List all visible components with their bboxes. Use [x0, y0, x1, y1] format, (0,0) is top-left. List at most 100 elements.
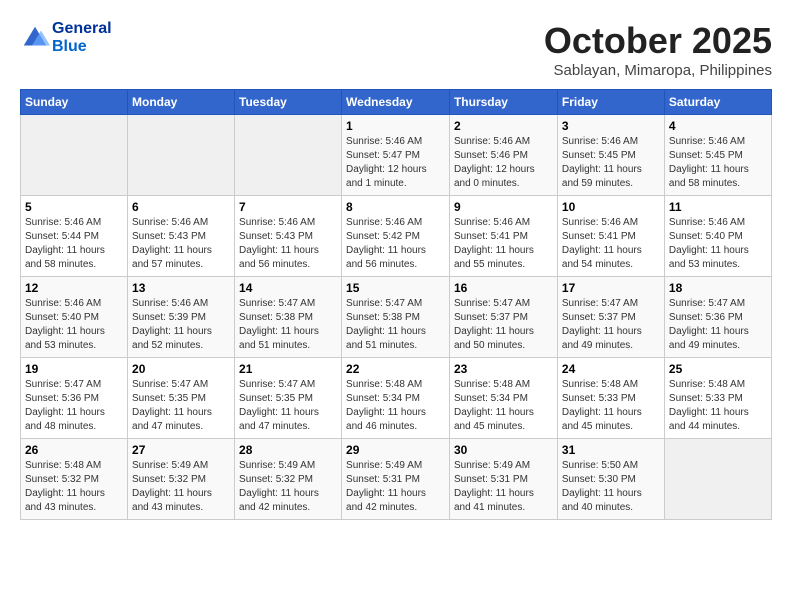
calendar-cell	[664, 439, 771, 520]
day-number: 18	[669, 281, 767, 295]
calendar-cell: 22 Sunrise: 5:48 AM Sunset: 5:34 PM Dayli…	[342, 358, 450, 439]
day-number: 8	[346, 200, 445, 214]
calendar-cell: 21 Sunrise: 5:47 AM Sunset: 5:35 PM Dayli…	[235, 358, 342, 439]
calendar-cell: 26 Sunrise: 5:48 AM Sunset: 5:32 PM Dayli…	[21, 439, 128, 520]
day-number: 12	[25, 281, 123, 295]
weekday-header-thursday: Thursday	[449, 90, 557, 115]
calendar-cell: 10 Sunrise: 5:46 AM Sunset: 5:41 PM Dayli…	[557, 196, 664, 277]
calendar-cell: 17 Sunrise: 5:47 AM Sunset: 5:37 PM Dayli…	[557, 277, 664, 358]
day-number: 21	[239, 362, 337, 376]
calendar-cell: 8Sunrise: 5:46 AM Sunset: 5:42 PM Daylig…	[342, 196, 450, 277]
calendar-cell: 27 Sunrise: 5:49 AM Sunset: 5:32 PM Dayli…	[128, 439, 235, 520]
calendar-cell: 2 Sunrise: 5:46 AM Sunset: 5:46 PM Daylig…	[449, 115, 557, 196]
calendar-cell: 24 Sunrise: 5:48 AM Sunset: 5:33 PM Dayli…	[557, 358, 664, 439]
day-info: Sunrise: 5:48 AM Sunset: 5:33 PM Dayligh…	[562, 378, 660, 434]
calendar-cell: 9Sunrise: 5:46 AM Sunset: 5:41 PM Daylig…	[449, 196, 557, 277]
calendar-cell	[21, 115, 128, 196]
weekday-header-wednesday: Wednesday	[342, 90, 450, 115]
calendar-cell: 4Sunrise: 5:46 AM Sunset: 5:45 PM Daylig…	[664, 115, 771, 196]
calendar-cell: 18 Sunrise: 5:47 AM Sunset: 5:36 PM Dayli…	[664, 277, 771, 358]
day-number: 19	[25, 362, 123, 376]
day-info: Sunrise: 5:46 AM Sunset: 5:40 PM Dayligh…	[25, 297, 123, 353]
day-number: 25	[669, 362, 767, 376]
day-info: Sunrise: 5:49 AM Sunset: 5:32 PM Dayligh…	[132, 459, 230, 515]
day-info: Sunrise: 5:49 AM Sunset: 5:31 PM Dayligh…	[454, 459, 553, 515]
weekday-header-sunday: Sunday	[21, 90, 128, 115]
logo-icon	[20, 23, 50, 53]
day-number: 6	[132, 200, 230, 214]
calendar-cell: 16 Sunrise: 5:47 AM Sunset: 5:37 PM Dayli…	[449, 277, 557, 358]
day-info: Sunrise: 5:47 AM Sunset: 5:37 PM Dayligh…	[454, 297, 553, 353]
day-number: 1	[346, 119, 445, 133]
day-info: Sunrise: 5:46 AM Sunset: 5:46 PM Dayligh…	[454, 135, 553, 191]
day-info: Sunrise: 5:46 AM Sunset: 5:43 PM Dayligh…	[239, 216, 337, 272]
calendar-cell: 14 Sunrise: 5:47 AM Sunset: 5:38 PM Dayli…	[235, 277, 342, 358]
day-info: Sunrise: 5:49 AM Sunset: 5:31 PM Dayligh…	[346, 459, 445, 515]
day-number: 16	[454, 281, 553, 295]
day-number: 31	[562, 443, 660, 457]
day-number: 9	[454, 200, 553, 214]
day-info: Sunrise: 5:46 AM Sunset: 5:44 PM Dayligh…	[25, 216, 123, 272]
day-number: 3	[562, 119, 660, 133]
day-number: 11	[669, 200, 767, 214]
calendar-table: SundayMondayTuesdayWednesdayThursdayFrid…	[20, 89, 772, 520]
day-info: Sunrise: 5:47 AM Sunset: 5:35 PM Dayligh…	[132, 378, 230, 434]
calendar-cell: 31 Sunrise: 5:50 AM Sunset: 5:30 PM Dayli…	[557, 439, 664, 520]
day-info: Sunrise: 5:50 AM Sunset: 5:30 PM Dayligh…	[562, 459, 660, 515]
weekday-header-tuesday: Tuesday	[235, 90, 342, 115]
day-number: 28	[239, 443, 337, 457]
day-info: Sunrise: 5:46 AM Sunset: 5:39 PM Dayligh…	[132, 297, 230, 353]
day-info: Sunrise: 5:47 AM Sunset: 5:37 PM Dayligh…	[562, 297, 660, 353]
day-number: 4	[669, 119, 767, 133]
day-info: Sunrise: 5:48 AM Sunset: 5:34 PM Dayligh…	[454, 378, 553, 434]
day-number: 17	[562, 281, 660, 295]
day-number: 7	[239, 200, 337, 214]
logo-line1: General	[52, 20, 112, 38]
day-number: 13	[132, 281, 230, 295]
calendar-cell: 30 Sunrise: 5:49 AM Sunset: 5:31 PM Dayli…	[449, 439, 557, 520]
day-info: Sunrise: 5:47 AM Sunset: 5:38 PM Dayligh…	[346, 297, 445, 353]
calendar-cell: 15Sunrise: 5:47 AM Sunset: 5:38 PM Dayli…	[342, 277, 450, 358]
day-info: Sunrise: 5:46 AM Sunset: 5:41 PM Dayligh…	[562, 216, 660, 272]
day-info: Sunrise: 5:47 AM Sunset: 5:35 PM Dayligh…	[239, 378, 337, 434]
title-block: October 2025 Sablayan, Mimaropa, Philipp…	[544, 20, 772, 79]
calendar-cell: 1 Sunrise: 5:46 AM Sunset: 5:47 PM Daylig…	[342, 115, 450, 196]
day-number: 2	[454, 119, 553, 133]
day-number: 23	[454, 362, 553, 376]
day-number: 10	[562, 200, 660, 214]
calendar-cell: 13 Sunrise: 5:46 AM Sunset: 5:39 PM Dayli…	[128, 277, 235, 358]
calendar-cell	[235, 115, 342, 196]
day-info: Sunrise: 5:48 AM Sunset: 5:33 PM Dayligh…	[669, 378, 767, 434]
calendar-cell: 6Sunrise: 5:46 AM Sunset: 5:43 PM Daylig…	[128, 196, 235, 277]
day-number: 29	[346, 443, 445, 457]
day-info: Sunrise: 5:46 AM Sunset: 5:45 PM Dayligh…	[562, 135, 660, 191]
page-header: General Blue October 2025 Sablayan, Mima…	[20, 20, 772, 79]
calendar-cell: 29 Sunrise: 5:49 AM Sunset: 5:31 PM Dayli…	[342, 439, 450, 520]
day-info: Sunrise: 5:48 AM Sunset: 5:34 PM Dayligh…	[346, 378, 445, 434]
day-number: 30	[454, 443, 553, 457]
day-info: Sunrise: 5:47 AM Sunset: 5:38 PM Dayligh…	[239, 297, 337, 353]
calendar-cell: 25 Sunrise: 5:48 AM Sunset: 5:33 PM Dayli…	[664, 358, 771, 439]
weekday-header-friday: Friday	[557, 90, 664, 115]
calendar-cell: 19Sunrise: 5:47 AM Sunset: 5:36 PM Dayli…	[21, 358, 128, 439]
day-number: 5	[25, 200, 123, 214]
day-number: 26	[25, 443, 123, 457]
day-number: 22	[346, 362, 445, 376]
day-number: 27	[132, 443, 230, 457]
day-info: Sunrise: 5:46 AM Sunset: 5:47 PM Dayligh…	[346, 135, 445, 191]
weekday-header-monday: Monday	[128, 90, 235, 115]
month-title: October 2025	[544, 20, 772, 62]
day-info: Sunrise: 5:49 AM Sunset: 5:32 PM Dayligh…	[239, 459, 337, 515]
calendar-cell: 28 Sunrise: 5:49 AM Sunset: 5:32 PM Dayli…	[235, 439, 342, 520]
day-number: 14	[239, 281, 337, 295]
calendar-cell: 7 Sunrise: 5:46 AM Sunset: 5:43 PM Daylig…	[235, 196, 342, 277]
day-info: Sunrise: 5:47 AM Sunset: 5:36 PM Dayligh…	[669, 297, 767, 353]
calendar-cell: 3 Sunrise: 5:46 AM Sunset: 5:45 PM Daylig…	[557, 115, 664, 196]
day-number: 24	[562, 362, 660, 376]
day-number: 20	[132, 362, 230, 376]
day-info: Sunrise: 5:48 AM Sunset: 5:32 PM Dayligh…	[25, 459, 123, 515]
weekday-header-saturday: Saturday	[664, 90, 771, 115]
calendar-cell: 5 Sunrise: 5:46 AM Sunset: 5:44 PM Daylig…	[21, 196, 128, 277]
location-subtitle: Sablayan, Mimaropa, Philippines	[544, 62, 772, 79]
calendar-cell: 23 Sunrise: 5:48 AM Sunset: 5:34 PM Dayli…	[449, 358, 557, 439]
